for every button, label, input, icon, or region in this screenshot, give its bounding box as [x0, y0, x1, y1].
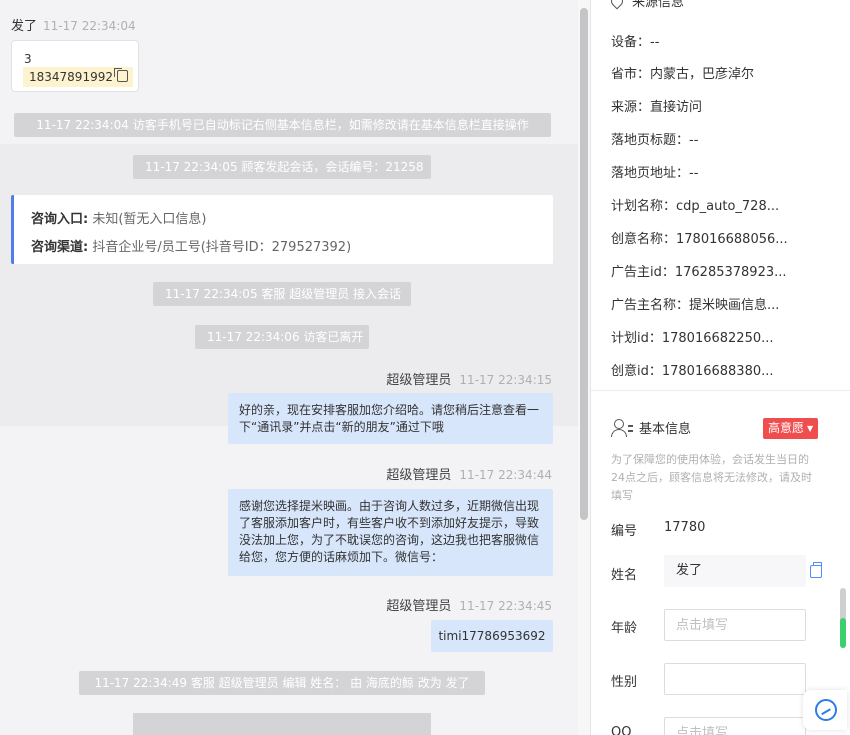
basic-info-header: 基本信息: [611, 418, 691, 437]
qq-label: QQ: [611, 725, 632, 735]
gender-select[interactable]: [664, 663, 806, 695]
agent-message-meta: 超级管理员 11-17 22:34:45: [386, 595, 552, 614]
age-input[interactable]: [664, 609, 806, 641]
channel-row: 咨询渠道: 抖音企业号/员工号(抖音号ID：279527392): [31, 234, 553, 262]
customer-info-panel[interactable]: 来源信息 设备：-- 省市：内蒙古，巴彦淖尔 来源：直接访问 落地页标题：-- …: [591, 0, 850, 735]
name-label: 姓名: [611, 568, 638, 583]
source-row-advertiser-name: 广告主名称：提米映画信息...: [611, 298, 780, 313]
message-time: 11-17 22:34:45: [459, 599, 552, 613]
source-row-region: 省市：内蒙古，巴彦淖尔: [611, 67, 755, 82]
qq-input[interactable]: [664, 717, 806, 735]
phone-highlight[interactable]: 18347891992: [23, 67, 133, 87]
source-row-advertiser-id: 广告主id：176285378923...: [611, 265, 787, 280]
entry-info-card: 咨询入口: 未知(暂无入口信息) 咨询渠道: 抖音企业号/员工号(抖音号ID：2…: [11, 195, 553, 264]
source-row-plan-name: 计划名称：cdp_auto_728...: [611, 199, 780, 214]
system-message-left: 11-17 22:34:06 访客已离开: [195, 325, 369, 349]
agent-message-bubble: timi17786953692: [431, 620, 553, 652]
agent-name: 超级管理员: [386, 468, 452, 483]
assistant-float-button[interactable]: [803, 690, 847, 730]
phone-number: 18347891992: [29, 70, 113, 84]
source-info-title: 来源信息: [632, 0, 685, 10]
channel-value: 抖音企业号/员工号(抖音号ID：279527392): [92, 240, 352, 255]
system-message-session: 11-17 22:34:05 顾客发起会话，会话编号：21258: [133, 155, 431, 179]
source-row-landing-title: 落地页标题：--: [611, 133, 699, 148]
visitor-message-card: 3 18347891992: [11, 40, 139, 92]
chat-scrollbar[interactable]: [578, 0, 590, 735]
entry-row: 咨询入口: 未知(暂无入口信息): [31, 206, 553, 234]
scroll-indicator: [840, 618, 846, 648]
agent-message-meta: 超级管理员 11-17 22:34:15: [386, 369, 552, 388]
agent-name: 超级管理员: [386, 373, 452, 388]
system-message-partial: [133, 713, 431, 735]
caret-down-icon: ▼: [807, 424, 814, 433]
source-row-landing-url: 落地页地址：--: [611, 166, 699, 181]
message-time: 11-17 22:34:44: [459, 468, 552, 482]
channel-label: 咨询渠道:: [31, 240, 89, 255]
agent-name: 超级管理员: [386, 599, 452, 614]
agent-message-bubble: 感谢您选择提米映画。由于咨询人数过多，近期微信出现了客服添加客户时，有些客户收不…: [228, 489, 553, 576]
scrollbar-thumb[interactable]: [580, 8, 588, 520]
source-row-creative-id: 创意id：178016688380...: [611, 364, 774, 379]
message-time: 11-17 22:34:04: [43, 19, 136, 33]
source-row-plan-id: 计划id：178016682250...: [611, 331, 774, 346]
id-label: 编号: [611, 524, 638, 539]
visitor-message-meta: 发了 11-17 22:34:04: [11, 15, 136, 34]
message-time: 11-17 22:34:15: [459, 373, 552, 387]
gender-label: 性别: [611, 675, 638, 690]
name-field[interactable]: 发了: [664, 555, 806, 587]
basic-info-title: 基本信息: [639, 422, 692, 437]
user-profile-icon: [611, 419, 633, 437]
id-value: 17780: [664, 520, 706, 535]
agent-message-meta: 超级管理员 11-17 22:34:44: [386, 464, 552, 483]
intent-dropdown[interactable]: 高意愿 ▼: [763, 418, 819, 439]
system-message-edit: 11-17 22:34:49 客服 超级管理员 编辑 姓名： 由 海底的鲸 改为…: [79, 671, 485, 695]
system-message: 11-17 22:34:04 访客手机号已自动标记右侧基本信息栏，如需修改请在基…: [14, 113, 551, 137]
age-label: 年龄: [611, 621, 638, 636]
agent-message-bubble: 好的亲，现在安排客服加您介绍哈。请您稍后注意查看一下“通讯录”并点击“新的朋友”…: [228, 393, 553, 444]
message-text: 3: [24, 52, 32, 66]
intent-label: 高意愿: [768, 421, 805, 435]
source-row-origin: 来源：直接访问: [611, 100, 703, 115]
section-divider: [591, 390, 850, 391]
assistant-icon: [815, 699, 837, 721]
visitor-name: 发了: [11, 19, 38, 34]
edit-notice: 为了保障您的使用体验，会话发生当日的24点之后，顾客信息将无法修改，请及时填写: [611, 453, 812, 502]
source-row-creative-name: 创意名称：178016688056...: [611, 232, 788, 247]
panel-scrollbar[interactable]: [840, 588, 846, 648]
chat-panel[interactable]: 发了 11-17 22:34:04 3 18347891992 11-17 22:…: [0, 0, 578, 735]
entry-value: 未知(暂无入口信息): [92, 212, 207, 227]
location-pin-icon: [608, 0, 626, 10]
entry-label: 咨询入口:: [31, 212, 89, 227]
source-row-device: 设备：--: [611, 35, 660, 50]
copy-icon[interactable]: [113, 68, 128, 82]
source-info-header: 来源信息: [608, 0, 685, 10]
copy-icon[interactable]: [810, 562, 822, 578]
system-message-accept: 11-17 22:34:05 客服 超级管理员 接入会话: [153, 282, 411, 306]
